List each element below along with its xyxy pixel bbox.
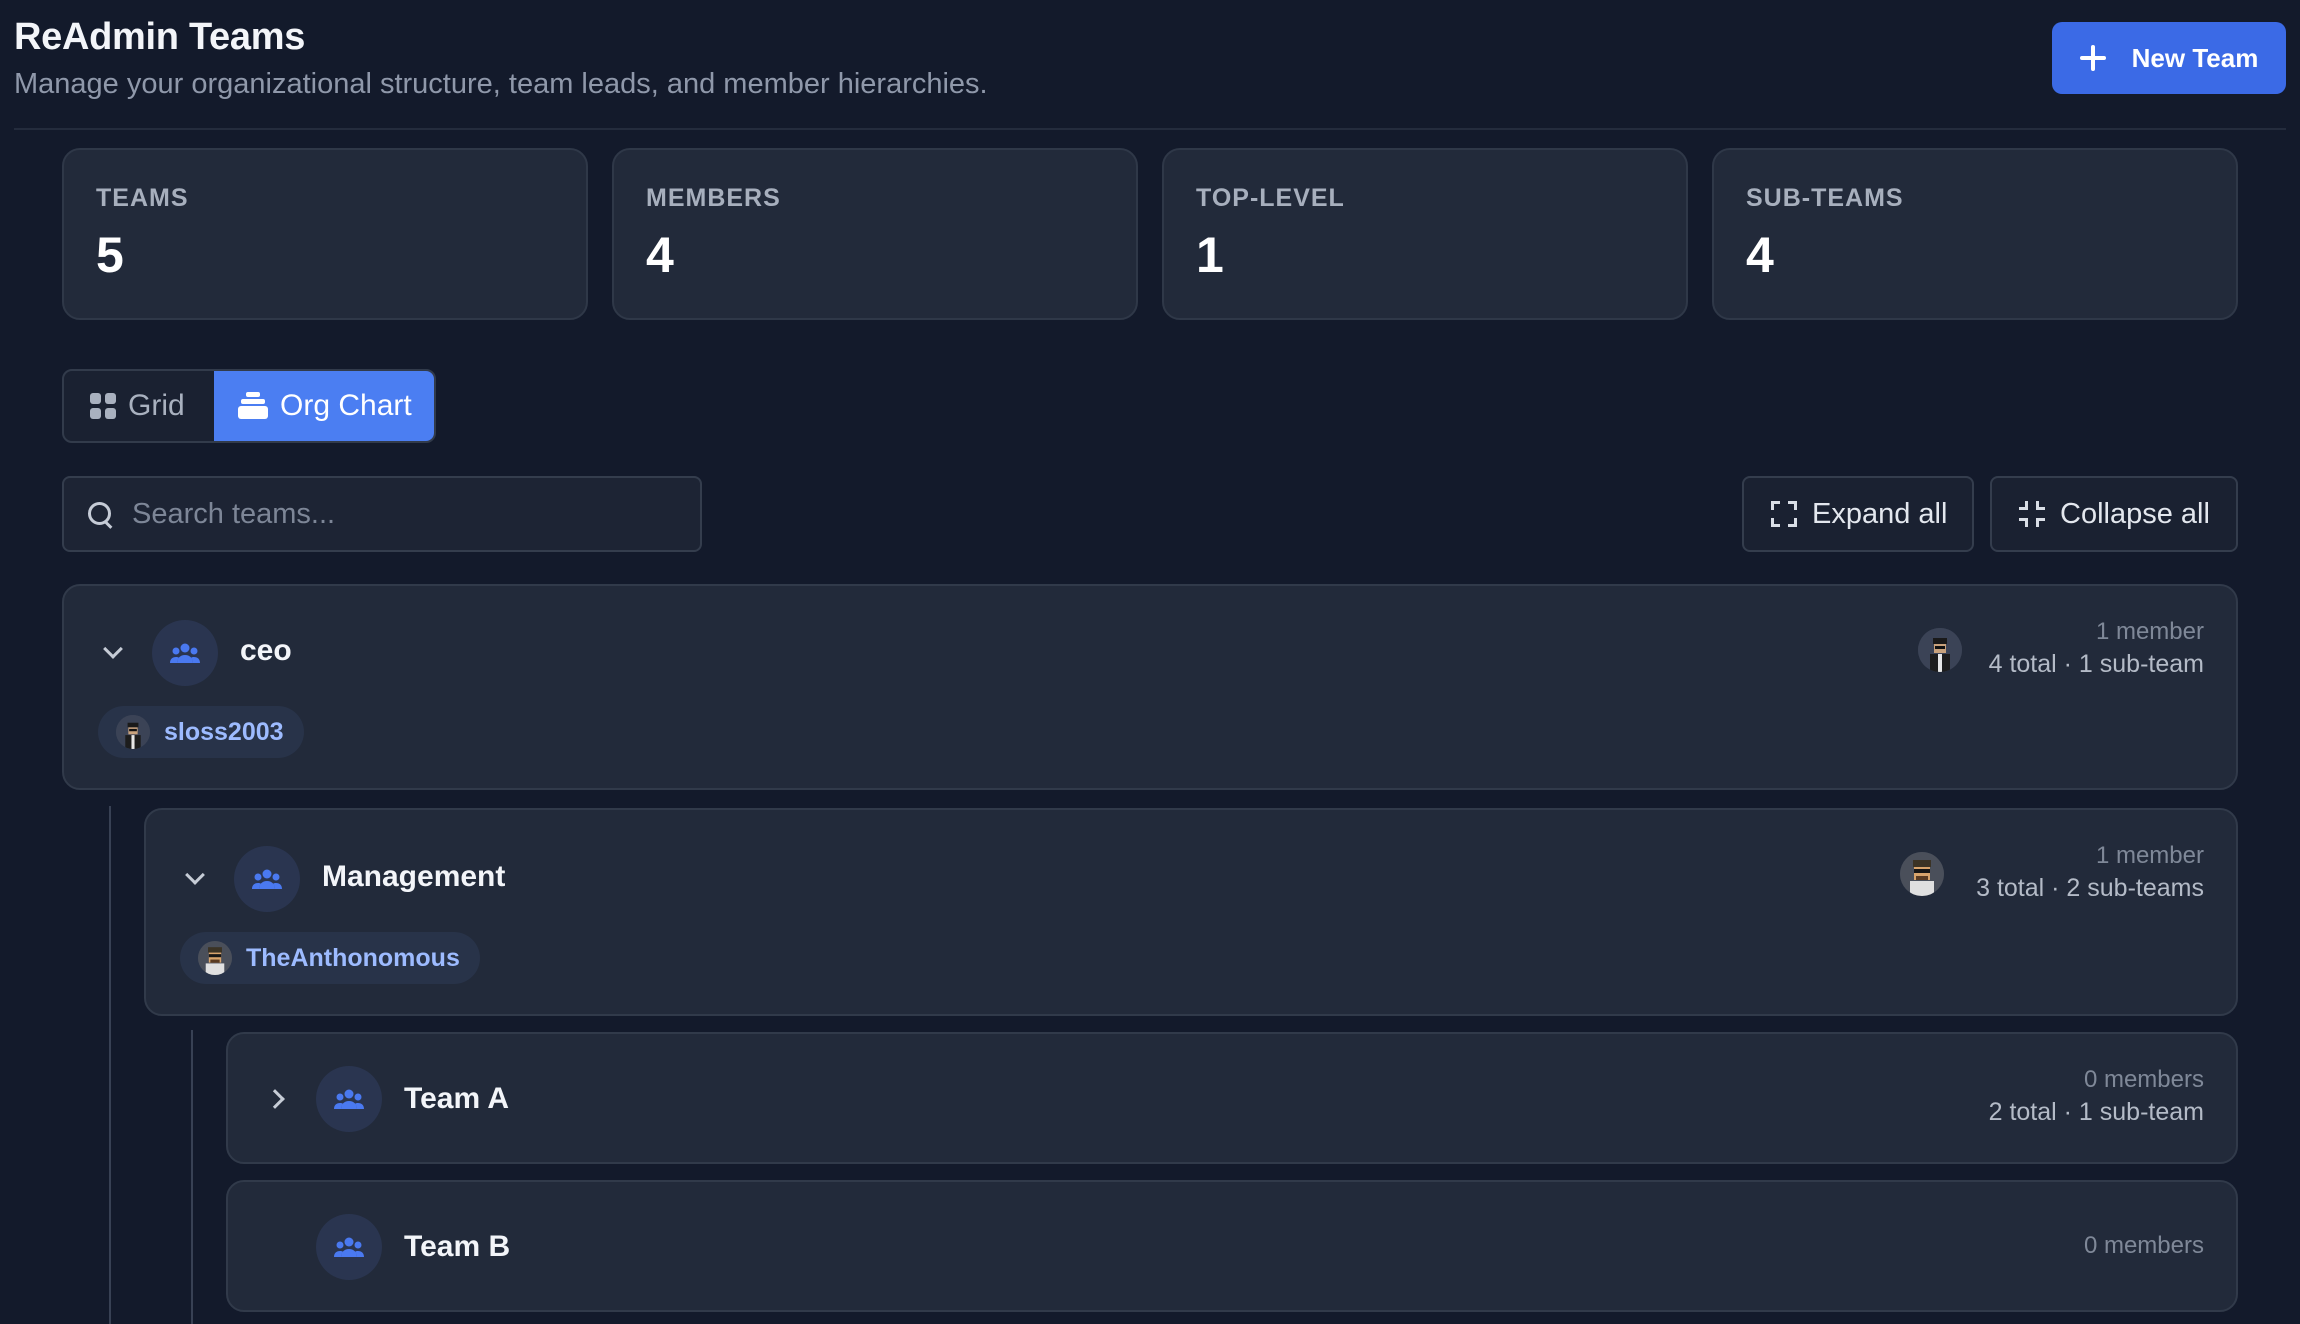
plus-icon	[2079, 45, 2106, 71]
team-name: Management	[322, 860, 506, 893]
teams-page: ReAdmin Teams Manage your organizational…	[0, 0, 2300, 1324]
team-name: Team A	[404, 1082, 510, 1115]
collapse-icon	[2018, 500, 2046, 528]
member-name: TheAnthonomous	[246, 943, 460, 972]
member-count: 0 members	[2083, 1066, 2204, 1093]
grid-view-label: Grid	[128, 389, 185, 422]
member-name: sloss2003	[164, 717, 284, 746]
stat-label: MEMBERS	[646, 184, 781, 212]
stat-label: SUB-TEAMS	[1746, 184, 1904, 212]
new-team-label: New Team	[2131, 42, 2259, 73]
stat-card-teams: TEAMS 5	[62, 148, 588, 320]
avatar	[198, 941, 232, 975]
stat-value: 4	[1746, 227, 1774, 283]
new-team-button[interactable]: New Team	[2052, 22, 2286, 94]
collapse-all-label: Collapse all	[2060, 497, 2210, 530]
org-chart-view-button[interactable]: Org Chart	[214, 371, 434, 441]
team-summary: 4 total · 1 sub-team	[1988, 650, 2204, 678]
team-card-management[interactable]: Management 1 member 3 total · 2 sub-team…	[144, 808, 2238, 1016]
team-icon	[152, 620, 218, 686]
member-count: 0 members	[2083, 1232, 2204, 1259]
search-box	[62, 476, 702, 552]
stat-value: 5	[96, 227, 124, 283]
avatar	[116, 715, 150, 749]
tree-connector	[191, 1030, 193, 1324]
member-count: 1 member	[2095, 842, 2204, 869]
collapse-all-button[interactable]: Collapse all	[1990, 476, 2238, 552]
stat-value: 1	[1196, 227, 1224, 283]
team-card-team-a[interactable]: Team A 0 members 2 total · 1 sub-team	[226, 1032, 2238, 1164]
team-summary: 2 total · 1 sub-team	[1988, 1098, 2204, 1126]
member-chip[interactable]: TheAnthonomous	[180, 932, 480, 984]
tree-connector	[109, 806, 111, 1324]
chevron-right-icon[interactable]	[265, 1089, 285, 1109]
stat-value: 4	[646, 227, 674, 283]
org-chart-view-label: Org Chart	[280, 389, 412, 422]
page-title: ReAdmin Teams	[14, 16, 306, 58]
avatar	[1900, 852, 1944, 896]
team-card-team-b[interactable]: Team B 0 members	[226, 1180, 2238, 1312]
team-card-ceo[interactable]: ceo 1 member 4 total · 1 sub-team sloss2…	[62, 584, 2238, 790]
avatar	[1918, 628, 1962, 672]
stat-card-members: MEMBERS 4	[612, 148, 1138, 320]
team-icon	[316, 1214, 382, 1280]
search-icon	[86, 500, 114, 528]
member-chip[interactable]: sloss2003	[98, 706, 304, 758]
stat-card-sub-teams: SUB-TEAMS 4	[1712, 148, 2238, 320]
page-header: ReAdmin Teams Manage your organizational…	[14, 12, 2286, 130]
stat-card-top-level: TOP-LEVEL 1	[1162, 148, 1688, 320]
team-name: Team B	[404, 1230, 511, 1263]
expand-icon	[1770, 500, 1798, 528]
team-meta: 1 member 3 total · 2 sub-teams	[1976, 840, 2204, 904]
team-summary: 3 total · 2 sub-teams	[1976, 874, 2204, 902]
team-meta: 0 members	[2084, 1230, 2204, 1262]
team-meta: 0 members 2 total · 1 sub-team	[1989, 1064, 2204, 1128]
team-icon	[234, 846, 300, 912]
expand-all-label: Expand all	[1812, 497, 1948, 530]
org-chart-icon	[238, 392, 268, 420]
page-subtitle: Manage your organizational structure, te…	[14, 68, 988, 100]
grid-icon	[90, 393, 116, 419]
chevron-down-icon[interactable]	[185, 865, 205, 885]
member-count: 1 member	[2095, 618, 2204, 645]
stat-label: TEAMS	[96, 184, 189, 212]
expand-all-button[interactable]: Expand all	[1742, 476, 1974, 552]
stat-label: TOP-LEVEL	[1196, 184, 1345, 212]
team-meta: 1 member 4 total · 1 sub-team	[1989, 616, 2204, 680]
view-toggle: Grid Org Chart	[62, 369, 436, 443]
team-name: ceo	[240, 634, 292, 667]
search-input[interactable]	[132, 497, 632, 531]
chevron-down-icon[interactable]	[103, 639, 123, 659]
grid-view-button[interactable]: Grid	[64, 371, 214, 441]
team-icon	[316, 1066, 382, 1132]
